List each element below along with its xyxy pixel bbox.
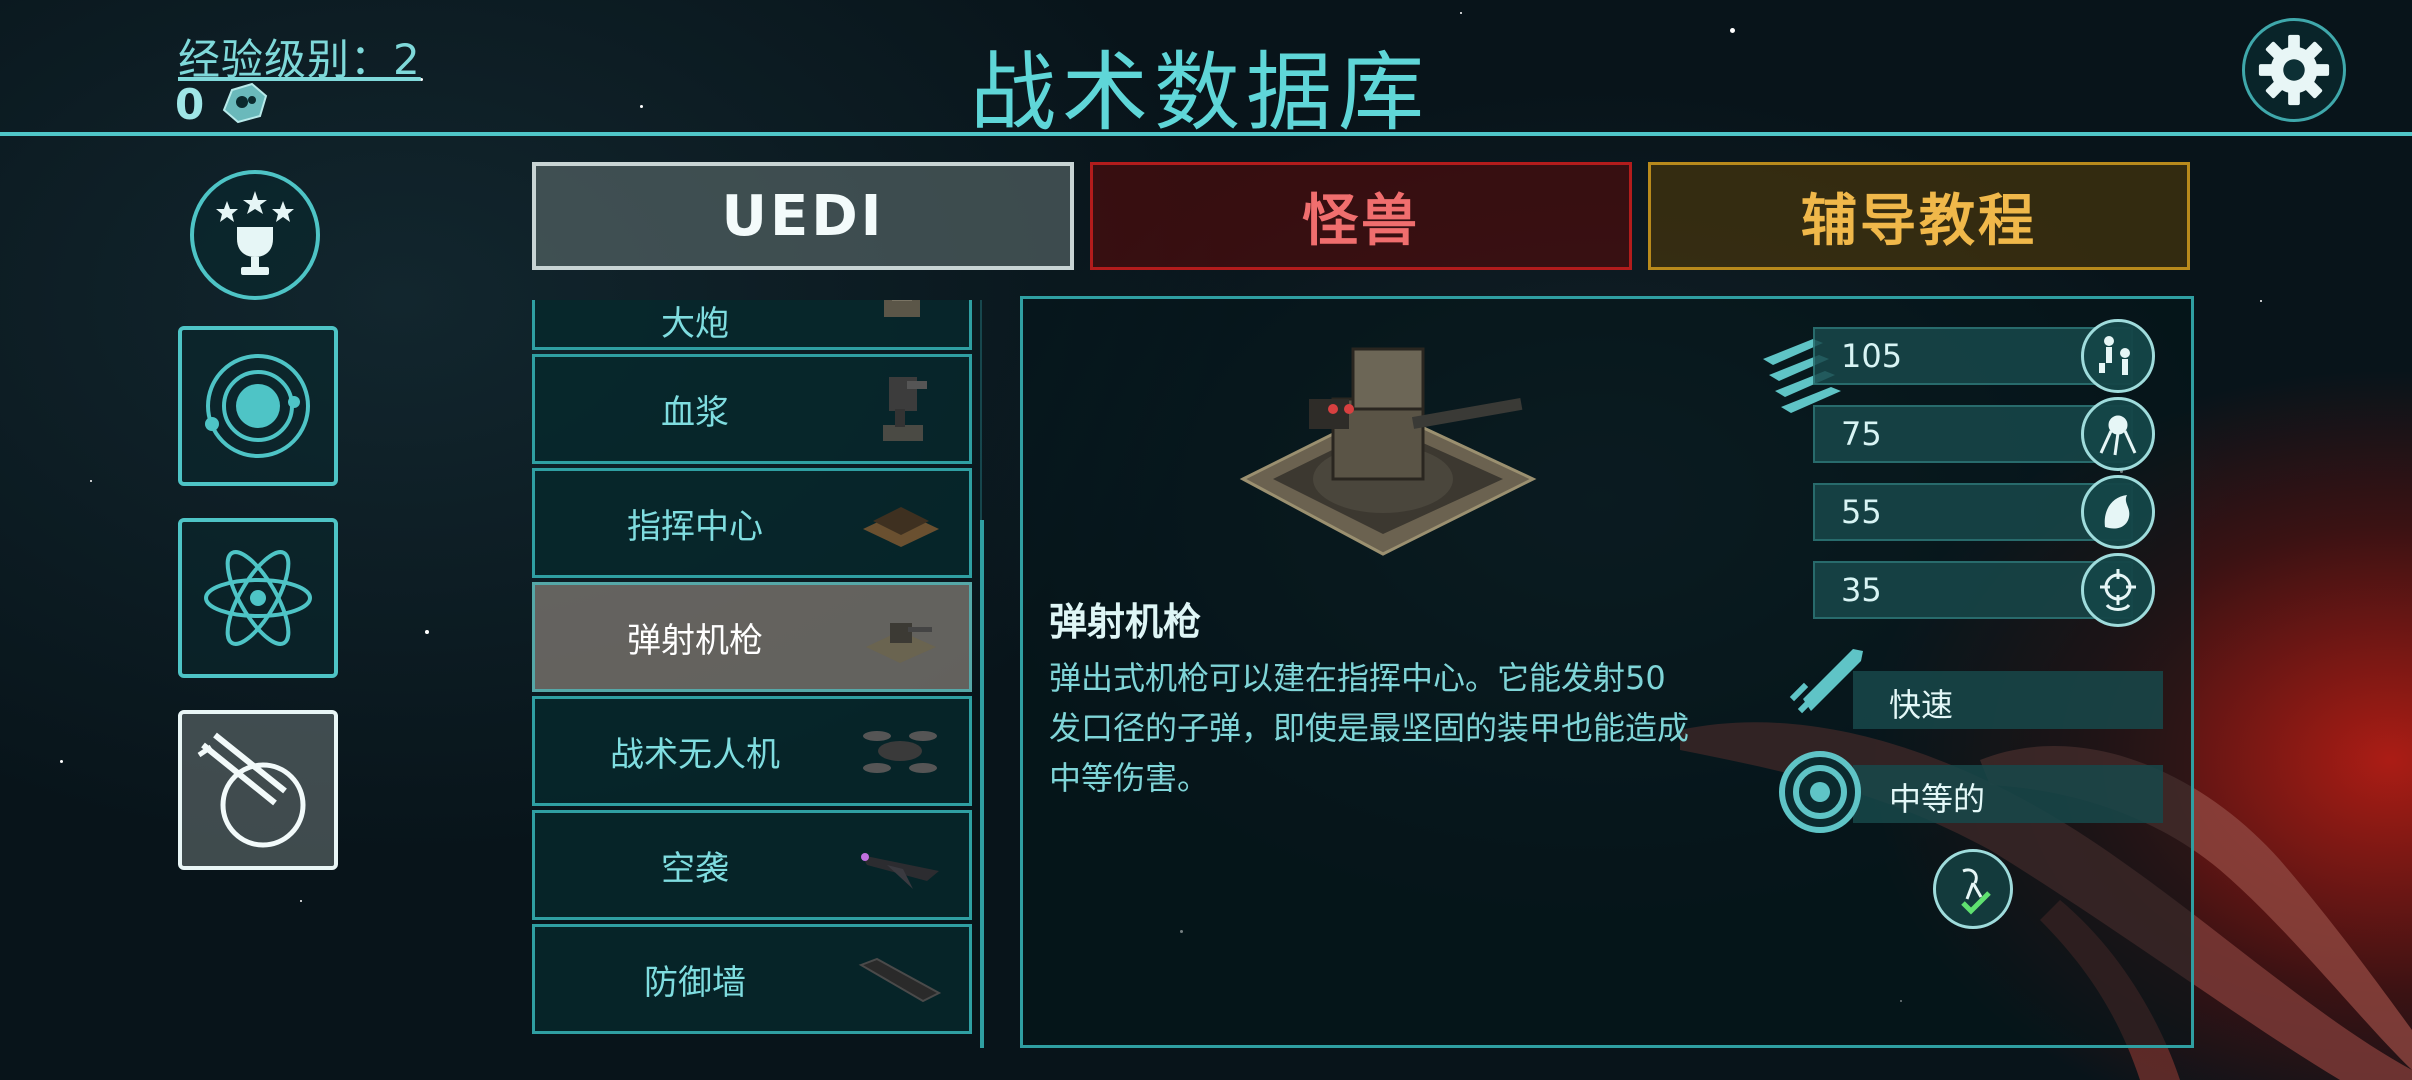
stat-row-spider: 75 [1813, 397, 2155, 471]
attack-speed-value: 快速 [1889, 686, 1954, 724]
nav-atom-button[interactable] [178, 518, 338, 678]
page-title: 战术数据库 [970, 43, 1430, 143]
attack-range-row: 中等的 [1853, 765, 2163, 823]
plasma-turret-thumb-icon [855, 369, 945, 449]
tab-monsters[interactable]: 怪兽 [1090, 162, 1632, 270]
list-item-label: 弹射机枪 [627, 620, 763, 661]
atom-icon [204, 550, 312, 646]
infantry-icon [2081, 319, 2155, 393]
list-item-label: 空袭 [661, 848, 729, 889]
crossed-blades-icon [197, 732, 306, 848]
air-target-check-icon [1933, 849, 2013, 929]
unit-detail-panel: 弹射机枪 弹出式机枪可以建在指挥中心。它能发射50发口径的子弹，即使是最坚固的装… [1020, 296, 2194, 1048]
machine-gun-turret-art [1239, 347, 1537, 556]
stat-value: 55 [1841, 493, 1882, 531]
cannon-thumb-icon [855, 300, 945, 335]
unit-list[interactable]: 大炮 血浆 指挥中心 弹射机枪 战术无人机 空袭 防御墙 [532, 300, 972, 1048]
stat-value: 75 [1841, 415, 1882, 453]
crosshair-monster-icon [2081, 553, 2155, 627]
wall-thumb-icon [855, 939, 945, 1019]
stat-row-crosshair: 35 [1813, 553, 2155, 627]
list-scrollbar[interactable] [980, 520, 984, 1048]
list-item-plasma[interactable]: 血浆 [532, 354, 972, 464]
beast-icon [2081, 475, 2155, 549]
airstrike-jet-thumb-icon [855, 825, 945, 905]
attack-speed-row: 快速 [1853, 671, 2163, 729]
unit-name: 弹射机枪 [1049, 600, 1202, 644]
list-item-label: 血浆 [661, 392, 729, 433]
tab-tutorials[interactable]: 辅导教程 [1648, 162, 2190, 270]
machine-gun-thumb-icon [855, 597, 945, 677]
gear-icon [2258, 34, 2330, 106]
trophy-icon [216, 191, 294, 275]
unit-description: 弹出式机枪可以建在指挥中心。它能发射50发口径的子弹，即使是最坚固的装甲也能造成… [1049, 659, 1690, 797]
list-item-cannon[interactable]: 大炮 [532, 300, 972, 350]
list-item-defense-wall[interactable]: 防御墙 [532, 924, 972, 1034]
settings-button[interactable] [2242, 18, 2346, 122]
nav-weapons-button[interactable] [178, 710, 338, 870]
brain-badge-icon [222, 82, 268, 124]
header-divider [0, 132, 2412, 136]
stat-row-infantry: 105 [1813, 319, 2155, 393]
stat-row-beast: 55 [1813, 475, 2155, 549]
list-item-label: 防御墙 [644, 962, 746, 1003]
list-item-command-center[interactable]: 指挥中心 [532, 468, 972, 578]
tab-uedi[interactable]: UEDI [532, 162, 1074, 270]
range-target-icon [1779, 751, 1861, 833]
stat-value: 105 [1841, 337, 1903, 375]
drone-thumb-icon [855, 711, 945, 791]
list-item-airstrike[interactable]: 空袭 [532, 810, 972, 920]
list-item-tactical-drone[interactable]: 战术无人机 [532, 696, 972, 806]
nav-trophy-button[interactable] [190, 170, 320, 300]
list-item-label: 大炮 [661, 303, 729, 344]
experience-level: 经验级别：2 [178, 35, 421, 84]
attack-range-value: 中等的 [1889, 780, 1986, 818]
stat-value: 35 [1841, 571, 1882, 609]
spider-monster-icon [2081, 397, 2155, 471]
experience-points: 0 [175, 80, 205, 129]
list-item-machine-gun[interactable]: 弹射机枪 [532, 582, 972, 692]
nav-planet-button[interactable] [178, 326, 338, 486]
planet-orbit-icon [205, 354, 310, 458]
list-item-label: 指挥中心 [627, 506, 763, 547]
command-center-thumb-icon [855, 483, 945, 563]
list-item-label: 战术无人机 [610, 734, 780, 775]
